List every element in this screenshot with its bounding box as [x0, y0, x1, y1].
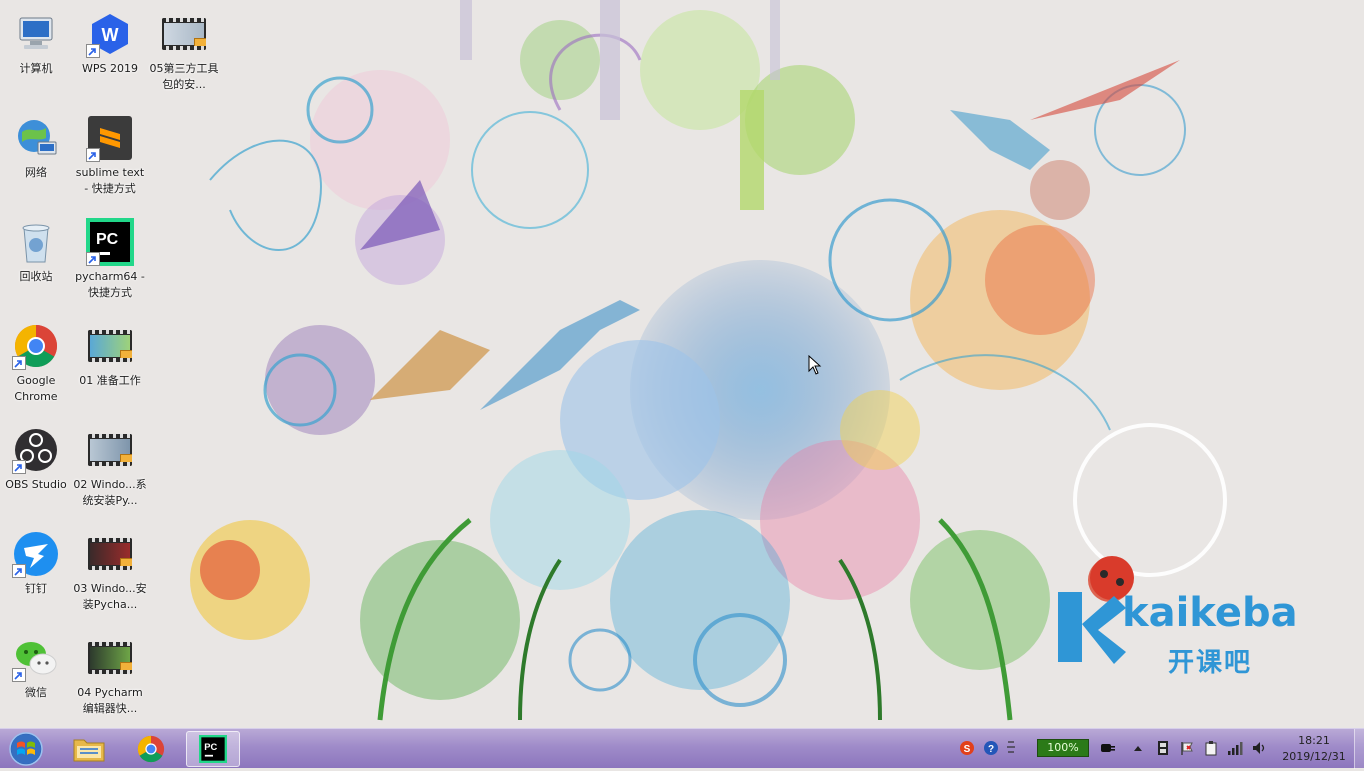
- desktop-icon-wps[interactable]: W WPS 2019: [74, 4, 146, 100]
- sogou-input-icon[interactable]: S: [958, 739, 976, 757]
- brand-name-cn: 开课吧: [1168, 648, 1253, 678]
- desktop-icon-video-04[interactable]: 04 Pycharm编辑器快...: [74, 628, 146, 724]
- obs-icon: [12, 426, 60, 474]
- show-hidden-icons-chevron-up-icon[interactable]: [1132, 739, 1144, 757]
- mouse-cursor-icon: [808, 354, 822, 379]
- network-signal-icon[interactable]: [1226, 739, 1244, 757]
- shortcut-arrow-icon: [86, 44, 100, 58]
- desktop-icon-computer[interactable]: 计算机: [0, 4, 72, 100]
- start-button[interactable]: [4, 731, 48, 767]
- video-file-icon: [160, 10, 208, 58]
- power-plug-icon[interactable]: [1098, 739, 1116, 757]
- svg-text:W: W: [102, 25, 119, 45]
- desktop-icon-label: 计算机: [19, 62, 53, 75]
- desktop-icon-label: OBS Studio: [5, 478, 67, 491]
- video-file-icon: [86, 426, 134, 474]
- brand-name: kaikeba: [1122, 590, 1298, 636]
- desktop-icon-sublime[interactable]: sublime text - 快捷方式: [74, 108, 146, 204]
- clipboard-tray-icon[interactable]: [1202, 739, 1220, 757]
- desktop-icon-video-01[interactable]: 01 准备工作: [74, 316, 146, 412]
- windows-start-icon: [9, 732, 43, 766]
- desktop-icon-video-03[interactable]: 03 Windo...安装Pycha...: [73, 524, 147, 620]
- desktop-icon-label: 网络: [25, 166, 47, 179]
- desktop-icon-network[interactable]: 网络: [0, 108, 72, 204]
- video-file-icon: [86, 530, 134, 578]
- dingtalk-icon: [12, 530, 60, 578]
- action-center-flag-icon[interactable]: [1178, 739, 1196, 757]
- film-tray-icon[interactable]: [1154, 739, 1172, 757]
- shortcut-arrow-icon: [86, 252, 100, 266]
- show-desktop-button[interactable]: [1354, 729, 1364, 769]
- desktop-icon-label: 04 Pycharm编辑器快...: [77, 686, 143, 715]
- desktop-icon-video-05[interactable]: 05第三方工具包的安...: [148, 4, 220, 100]
- sublime-text-icon: [86, 114, 134, 162]
- desktop-icon-label: sublime text - 快捷方式: [75, 166, 145, 195]
- taskbar-clock[interactable]: 18:21 2019/12/31: [1276, 733, 1352, 765]
- network-icon: [12, 114, 60, 162]
- desktop-icon-dingtalk[interactable]: 钉钉: [0, 524, 72, 620]
- desktop-icon-area: 计算机 W WPS 2019 05第三方工具包的安... 网络 sublime …: [0, 0, 219, 728]
- help-icon[interactable]: ?: [982, 739, 1000, 757]
- desktop-icon-pycharm[interactable]: PC pycharm64 - 快捷方式: [74, 212, 146, 308]
- wechat-icon: [12, 634, 60, 682]
- svg-text:?: ?: [988, 744, 994, 755]
- desktop-icon-label: 02 Windo...系统安装Py...: [73, 478, 147, 507]
- shortcut-arrow-icon: [12, 564, 26, 578]
- folder-icon: [73, 739, 105, 762]
- taskbar-explorer-button[interactable]: [62, 731, 116, 767]
- volume-icon[interactable]: [1250, 739, 1268, 757]
- svg-text:PC: PC: [204, 742, 217, 752]
- shortcut-arrow-icon: [12, 460, 26, 474]
- taskbar-chrome-button[interactable]: [124, 731, 178, 767]
- clock-date: 2019/12/31: [1282, 750, 1346, 763]
- shortcut-arrow-icon: [12, 356, 26, 370]
- chrome-icon: [137, 735, 165, 763]
- desktop-icon-label: 微信: [25, 686, 47, 699]
- shortcut-arrow-icon: [12, 668, 26, 682]
- desktop-icon-label: 回收站: [19, 270, 53, 283]
- clock-time: 18:21: [1298, 734, 1330, 747]
- svg-text:S: S: [964, 744, 971, 755]
- wps-icon: W: [86, 10, 134, 58]
- desktop-icon-label: WPS 2019: [82, 62, 138, 75]
- desktop-icon-label: Google Chrome: [14, 374, 58, 403]
- desktop-icon-recycle-bin[interactable]: 回收站: [0, 212, 72, 308]
- taskbar-pycharm-button[interactable]: PC: [186, 731, 240, 767]
- svg-text:PC: PC: [96, 231, 119, 248]
- computer-icon: [12, 10, 60, 58]
- desktop-icon-video-02[interactable]: 02 Windo...系统安装Py...: [73, 420, 147, 516]
- video-file-icon: [86, 322, 134, 370]
- desktop-icon-label: 01 准备工作: [79, 374, 141, 387]
- taskbar: PC S ? 100% 18:21 2019/12/31: [0, 728, 1364, 769]
- video-file-icon: [86, 634, 134, 682]
- desktop-icon-label: 03 Windo...安装Pycha...: [73, 582, 147, 611]
- shortcut-arrow-icon: [86, 148, 100, 162]
- input-settings-icon[interactable]: [1004, 739, 1018, 757]
- desktop-icon-label: 钉钉: [25, 582, 47, 595]
- chrome-icon: [12, 322, 60, 370]
- desktop-icon-label: 05第三方工具包的安...: [149, 62, 219, 91]
- desktop-icon-chrome[interactable]: Google Chrome: [0, 316, 72, 412]
- recycle-bin-icon: [12, 218, 60, 266]
- desktop-icon-obs[interactable]: OBS Studio: [0, 420, 72, 516]
- desktop-icon-wechat[interactable]: 微信: [0, 628, 72, 724]
- pycharm-icon: PC: [86, 218, 134, 266]
- pycharm-icon: PC: [199, 735, 227, 763]
- battery-level-indicator[interactable]: 100%: [1037, 739, 1089, 757]
- desktop-icon-label: pycharm64 - 快捷方式: [75, 270, 145, 299]
